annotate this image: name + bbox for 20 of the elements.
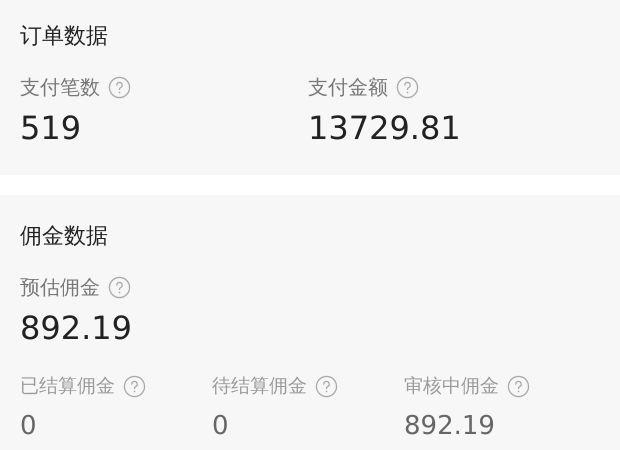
metric-label: 已结算佣金: [20, 374, 115, 399]
help-icon[interactable]: [108, 276, 131, 298]
section-title: 佣金数据: [20, 223, 109, 251]
section-title: 订单数据: [20, 23, 109, 51]
help-icon[interactable]: [315, 374, 338, 398]
metric-value: 892.19: [20, 308, 133, 348]
metric-value: 0: [212, 410, 230, 442]
metric-label: 审核中佣金: [404, 374, 499, 399]
metric-label: 待结算佣金: [212, 374, 307, 399]
metric-value: 892.19: [404, 410, 496, 442]
metric-label: 支付笔数: [20, 74, 100, 101]
metric-value: 0: [20, 410, 38, 442]
metric-value: 13729.81: [308, 108, 462, 148]
help-icon[interactable]: [123, 374, 146, 398]
metric-label: 预估佣金: [20, 274, 100, 301]
help-icon[interactable]: [396, 76, 419, 98]
help-icon[interactable]: [108, 76, 131, 98]
metric-value: 519: [20, 108, 82, 148]
metric-label: 支付金额: [308, 74, 388, 101]
help-icon[interactable]: [507, 374, 530, 398]
